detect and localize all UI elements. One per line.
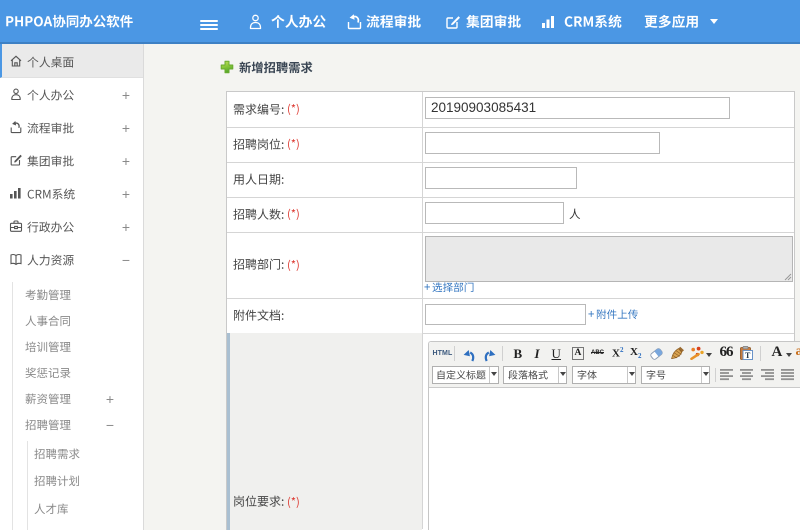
svg-text:T: T: [745, 351, 751, 360]
